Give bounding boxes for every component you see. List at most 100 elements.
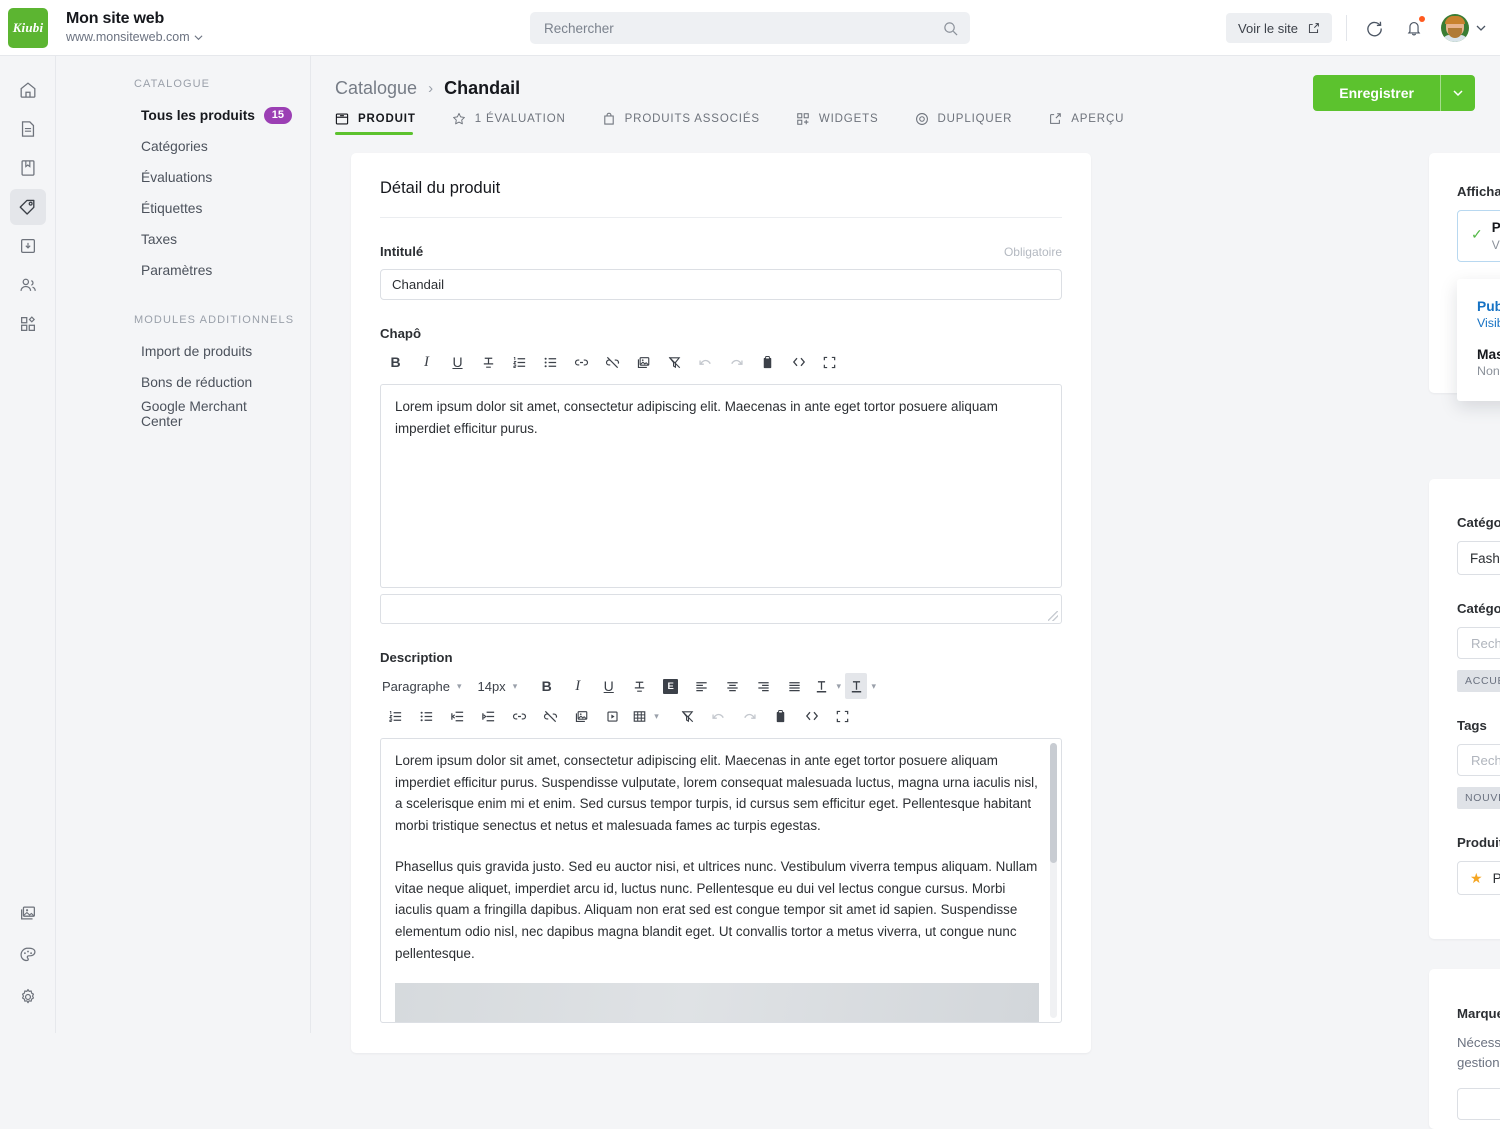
ordered-list-button[interactable] [504,349,535,375]
save-dropdown-toggle[interactable] [1441,87,1475,99]
font-size-select[interactable]: 14px ▾ [475,679,531,694]
unlink-button[interactable] [597,349,628,375]
description-scrollbar-thumb[interactable] [1050,743,1057,863]
main-category-select[interactable]: Fashion ▾ [1457,541,1500,575]
underline-button[interactable]: U [593,673,624,699]
tags-search[interactable] [1457,744,1500,776]
bold-button[interactable]: B [531,673,562,699]
chapo-resize-bar[interactable] [380,594,1062,624]
image-button[interactable] [566,703,597,729]
align-left-button[interactable] [686,673,717,699]
chip-nouveaute[interactable]: Nouveauté ✕ [1457,787,1500,809]
global-search[interactable] [530,12,970,44]
description-editor[interactable]: Lorem ipsum dolor sit amet, consectetur … [380,738,1062,1023]
strikethrough-button[interactable] [473,349,504,375]
paste-button[interactable] [765,703,796,729]
source-code-button[interactable] [796,703,827,729]
bold-button[interactable]: B [380,349,411,375]
product-name-input[interactable] [380,269,1062,300]
fullscreen-button[interactable] [814,349,845,375]
ordered-list-button[interactable] [380,703,411,729]
undo-button[interactable] [703,703,734,729]
tab-widgets[interactable]: Widgets [796,112,897,135]
tab-produits-associes[interactable]: Produits associés [602,112,778,135]
rail-item-catalogue[interactable] [9,189,46,225]
refresh-cache-button[interactable] [1361,15,1387,41]
sidebar-item-evaluations[interactable]: Évaluations [56,162,310,193]
secondary-categories-input[interactable] [1469,634,1500,652]
text-color-button[interactable] [810,673,832,699]
sidebar-item-tous-les-produits[interactable]: Tous les produits 15 [56,100,310,131]
redo-button[interactable] [721,349,752,375]
paste-button[interactable] [752,349,783,375]
display-option-masque[interactable]: Masqué Non-publié et sans accès public [1457,339,1500,387]
align-justify-button[interactable] [779,673,810,699]
table-button[interactable] [628,703,650,729]
underline-button[interactable]: U [442,349,473,375]
rail-item-home[interactable] [10,72,46,108]
display-option-publie[interactable]: Publié Visible et affiché dans le catalo… [1457,291,1500,339]
tags-input[interactable] [1469,751,1500,769]
undo-button[interactable] [690,349,721,375]
featured-select[interactable]: ★ Produit mis en avant ▾ [1457,861,1500,895]
tab-produit[interactable]: Produit [335,112,434,135]
rail-item-blog[interactable] [10,150,46,186]
clear-format-button[interactable] [659,349,690,375]
notifications-button[interactable] [1401,15,1427,41]
rail-item-members[interactable] [10,267,46,303]
breadcrumb-root-link[interactable]: Catalogue [335,78,417,99]
rail-item-modules[interactable] [10,306,46,342]
source-code-button[interactable] [783,349,814,375]
rail-item-orders[interactable] [10,228,46,264]
search-input[interactable] [542,19,943,37]
rail-item-media[interactable] [10,895,46,931]
user-menu[interactable] [1441,14,1486,42]
sidebar-item-categories[interactable]: Catégories [56,131,310,162]
sidebar-item-etiquettes[interactable]: Étiquettes [56,193,310,224]
align-center-button[interactable] [717,673,748,699]
indent-button[interactable] [473,703,504,729]
display-select[interactable]: ✓ Publié Visible et affiché dans le cata… [1457,210,1500,262]
unlink-button[interactable] [535,703,566,729]
text-highlight-button[interactable] [845,673,868,699]
sidebar-item-bons-de-reduction[interactable]: Bons de réduction [56,367,310,398]
view-site-button[interactable]: Voir le site [1226,13,1332,43]
strikethrough-button[interactable] [624,673,655,699]
image-button[interactable] [628,349,659,375]
rail-item-settings[interactable] [10,979,46,1015]
search-icon [944,21,958,35]
italic-button[interactable]: I [411,349,442,375]
editor-style-e-button[interactable]: E [655,673,686,699]
fullscreen-button[interactable] [827,703,858,729]
bullet-list-button[interactable] [411,703,442,729]
tab-evaluation[interactable]: 1 Évaluation [452,112,584,135]
text-highlight-dropdown[interactable]: ▾ [867,673,880,699]
tab-dupliquer[interactable]: Dupliquer [915,112,1031,135]
tab-apercu[interactable]: Aperçu [1048,112,1142,135]
chapo-editor[interactable]: Lorem ipsum dolor sit amet, consectetur … [380,384,1062,588]
chip-accueil[interactable]: Accueil ✕ [1457,670,1500,692]
rail-item-pages[interactable] [10,111,46,147]
site-url-switcher[interactable]: www.monsiteweb.com [66,30,203,45]
sidebar-item-import-de-produits[interactable]: Import de produits [56,336,310,367]
sidebar-item-google-merchant-center[interactable]: Google Merchant Center [56,398,310,429]
rail-item-theme[interactable] [10,937,46,973]
clear-format-button[interactable] [672,703,703,729]
sidebar-item-parametres[interactable]: Paramètres [56,255,310,286]
text-color-dropdown[interactable]: ▾ [832,673,845,699]
video-button[interactable] [597,703,628,729]
redo-button[interactable] [734,703,765,729]
resize-handle-icon[interactable] [1048,611,1058,621]
link-button[interactable] [504,703,535,729]
link-button[interactable] [566,349,597,375]
outdent-button[interactable] [442,703,473,729]
table-dropdown[interactable]: ▾ [650,703,663,729]
brand-input[interactable] [1457,1087,1500,1120]
paragraph-style-select[interactable]: Paragraphe ▾ [380,679,475,694]
sidebar-item-taxes[interactable]: Taxes [56,224,310,255]
secondary-categories-search[interactable] [1457,627,1500,659]
bullet-list-button[interactable] [535,349,566,375]
italic-button[interactable]: I [562,673,593,699]
save-button[interactable]: Enregistrer [1313,75,1475,111]
align-right-button[interactable] [748,673,779,699]
